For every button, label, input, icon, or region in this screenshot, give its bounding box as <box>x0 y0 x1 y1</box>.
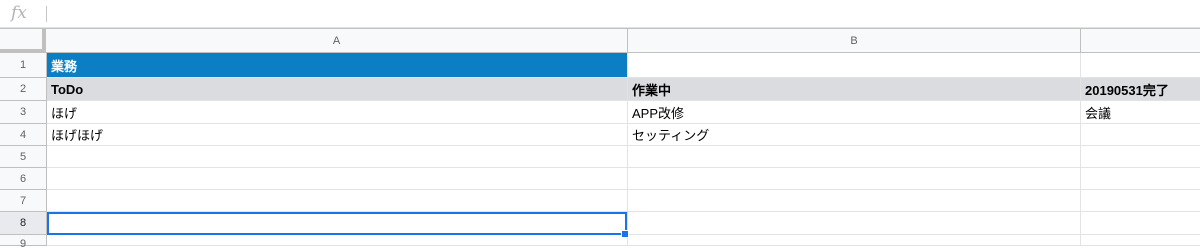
row-header-9[interactable]: 9 <box>0 235 47 250</box>
row-header-8[interactable]: 8 <box>0 212 47 235</box>
row-header-6[interactable]: 6 <box>0 168 47 190</box>
cell-b4[interactable]: セッティング <box>628 124 1081 146</box>
fill-handle[interactable] <box>621 230 629 238</box>
cell-a5[interactable] <box>47 146 628 168</box>
row-header-4[interactable]: 4 <box>0 124 47 146</box>
cell-a8[interactable] <box>47 212 628 235</box>
formula-bar[interactable]: fx <box>0 0 1200 28</box>
row-header-1[interactable]: 1 <box>0 53 47 78</box>
cell-c8[interactable] <box>1081 212 1200 235</box>
cell-c5[interactable] <box>1081 146 1200 168</box>
column-header-b[interactable]: B <box>628 29 1081 53</box>
row-header-5[interactable]: 5 <box>0 146 47 168</box>
cell-a4[interactable]: ほげほげ <box>47 124 628 146</box>
column-header-c[interactable] <box>1081 29 1200 53</box>
cell-c9[interactable] <box>1081 235 1200 246</box>
cell-c4[interactable] <box>1081 124 1200 146</box>
column-header-a[interactable]: A <box>46 29 628 53</box>
cell-c3[interactable]: 会議 <box>1081 101 1200 124</box>
cell-b6[interactable] <box>628 168 1081 190</box>
cell-c1[interactable] <box>1081 53 1200 78</box>
cell-b8[interactable] <box>628 212 1081 235</box>
formula-bar-divider <box>46 6 47 22</box>
cell-b5[interactable] <box>628 146 1081 168</box>
cell-a6[interactable] <box>47 168 628 190</box>
cell-a3[interactable]: ほげ <box>47 101 628 124</box>
select-all-corner[interactable] <box>0 29 46 53</box>
cell-a1[interactable]: 業務 <box>47 53 628 78</box>
cell-c7[interactable] <box>1081 190 1200 212</box>
row-header-2[interactable]: 2 <box>0 78 47 101</box>
function-icon: fx <box>11 3 27 23</box>
cell-b9[interactable] <box>628 235 1081 246</box>
cell-a7[interactable] <box>47 190 628 212</box>
cell-b2[interactable]: 作業中 <box>628 78 1081 101</box>
cell-b7[interactable] <box>628 190 1081 212</box>
cell-b1[interactable] <box>628 53 1081 78</box>
row-header-3[interactable]: 3 <box>0 101 47 124</box>
row-header-7[interactable]: 7 <box>0 190 47 212</box>
cell-a9[interactable] <box>47 235 628 246</box>
cell-c2[interactable]: 20190531完了 <box>1081 78 1200 101</box>
cell-c6[interactable] <box>1081 168 1200 190</box>
cell-b3[interactable]: APP改修 <box>628 101 1081 124</box>
cell-a2[interactable]: ToDo <box>47 78 628 101</box>
